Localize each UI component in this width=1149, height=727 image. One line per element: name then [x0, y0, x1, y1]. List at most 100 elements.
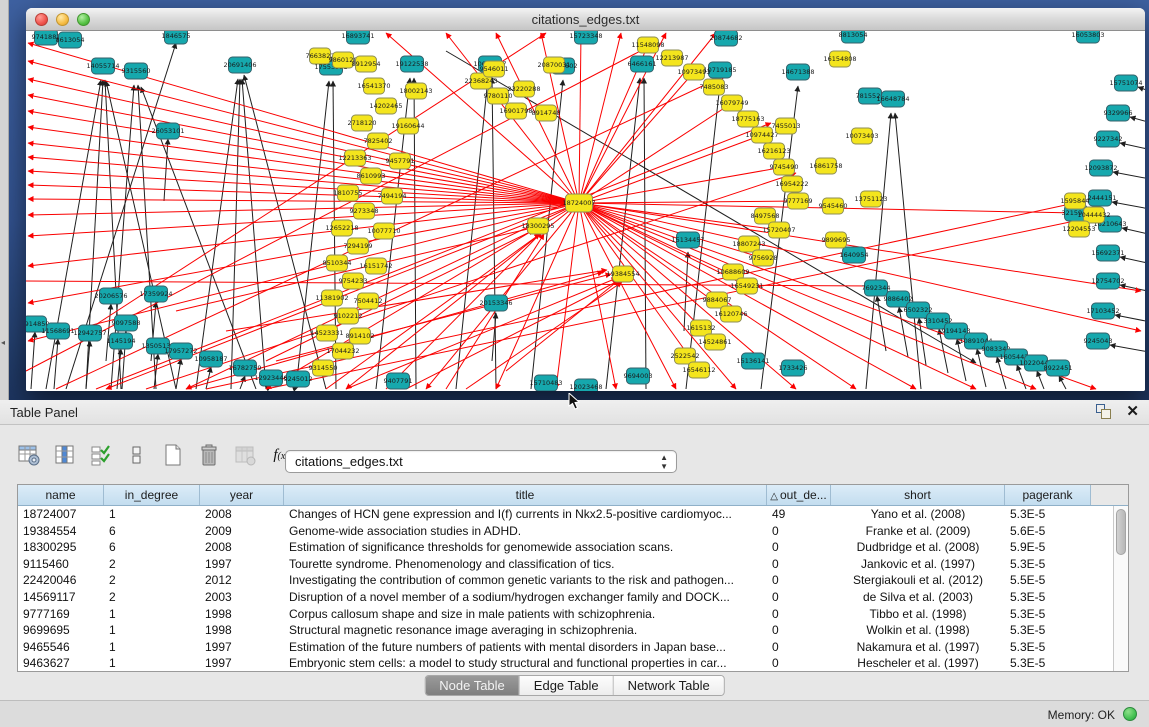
cell-title[interactable]: Investigating the contribution of common…	[284, 572, 767, 589]
graph-node[interactable]: 9329966	[1104, 105, 1133, 121]
graph-node[interactable]: 16861758	[809, 158, 842, 174]
cell-title[interactable]: Genome-wide association studies in ADHD.	[284, 523, 767, 540]
graph-node[interactable]: 1733426	[779, 360, 808, 376]
table-row[interactable]: 1872400712008Changes of HCN gene express…	[18, 506, 1128, 523]
cell-title[interactable]: Changes of HCN gene expression and I(f) …	[284, 506, 767, 523]
column-visibility-icon[interactable]	[52, 442, 78, 468]
graph-node[interactable]: 9745490	[770, 159, 799, 175]
graph-node[interactable]: 18724007	[562, 194, 595, 212]
graph-node[interactable]: 9273348	[350, 203, 379, 219]
tab-node-table[interactable]: Node Table	[425, 676, 520, 695]
graph-node[interactable]: 12942757	[73, 325, 106, 341]
graph-node[interactable]: 12213987	[655, 50, 688, 66]
cell-out_de[interactable]: 0	[767, 523, 831, 540]
cell-year[interactable]: 2009	[200, 523, 284, 540]
table-row[interactable]: 946554611997Estimation of the future num…	[18, 639, 1128, 656]
graph-node[interactable]: 8922451	[1044, 360, 1073, 376]
cell-in_degree[interactable]: 1	[104, 622, 200, 639]
cell-in_degree[interactable]: 2	[104, 572, 200, 589]
graph-node[interactable]: 15723348	[569, 31, 602, 44]
cell-pagerank[interactable]: 5.3E-5	[1005, 639, 1091, 656]
cell-in_degree[interactable]: 1	[104, 639, 200, 656]
graph-node[interactable]: 2718120	[348, 115, 377, 131]
column-header-in_degree[interactable]: in_degree	[104, 485, 200, 505]
graph-node[interactable]: 1846575	[162, 31, 191, 44]
graph-node[interactable]: 9407791	[384, 373, 413, 389]
graph-node[interactable]: 18775163	[731, 111, 764, 127]
graph-node[interactable]: 9102212	[334, 308, 363, 324]
import-table-icon-disabled[interactable]	[232, 442, 258, 468]
graph-node[interactable]: 1595844	[1061, 193, 1090, 209]
float-window-icon[interactable]	[1096, 404, 1112, 420]
graph-node[interactable]: 1810755	[334, 185, 363, 201]
cell-pagerank[interactable]: 5.3E-5	[1005, 556, 1091, 573]
graph-node[interactable]: 20691406	[223, 57, 256, 73]
cell-pagerank[interactable]: 5.6E-5	[1005, 523, 1091, 540]
cell-year[interactable]: 2008	[200, 539, 284, 556]
cell-title[interactable]: Disruption of a novel member of a sodium…	[284, 589, 767, 606]
graph-node[interactable]: 9245043	[1084, 333, 1113, 349]
graph-node[interactable]: 18002143	[399, 83, 432, 99]
table-row[interactable]: 911546021997Tourette syndrome. Phenomeno…	[18, 556, 1128, 573]
graph-node[interactable]: 8610993	[357, 168, 386, 184]
cell-name[interactable]: 18724007	[18, 506, 104, 523]
cell-in_degree[interactable]: 6	[104, 523, 200, 540]
cell-in_degree[interactable]: 1	[104, 606, 200, 623]
column-header-short[interactable]: short	[831, 485, 1005, 505]
table-row[interactable]: 1456911722003Disruption of a novel membe…	[18, 589, 1128, 606]
graph-node[interactable]: 11381902	[315, 290, 348, 306]
cell-name[interactable]: 14569117	[18, 589, 104, 606]
cell-short[interactable]: Yano et al. (2008)	[831, 506, 1005, 523]
cell-short[interactable]: Wolkin et al. (1998)	[831, 622, 1005, 639]
cell-out_de[interactable]: 0	[767, 556, 831, 573]
select-rows-icon[interactable]	[88, 442, 114, 468]
column-header-title[interactable]: title	[284, 485, 767, 505]
graph-node[interactable]: 6466161	[628, 56, 657, 72]
cell-pagerank[interactable]: 5.3E-5	[1005, 506, 1091, 523]
graph-node[interactable]: 16893741	[341, 31, 374, 44]
cell-out_de[interactable]: 0	[767, 589, 831, 606]
graph-node[interactable]: 16151742	[359, 258, 392, 274]
graph-node[interactable]: 16541370	[357, 78, 390, 94]
graph-node[interactable]: 12652218	[325, 220, 358, 236]
graph-node[interactable]: 7485083	[700, 79, 729, 95]
table-settings-icon[interactable]	[16, 442, 42, 468]
tab-network-table[interactable]: Network Table	[614, 676, 724, 695]
graph-node[interactable]: 16053803	[1071, 31, 1104, 43]
cell-name[interactable]: 9699695	[18, 622, 104, 639]
graph-node[interactable]: 17359924	[139, 286, 172, 302]
cell-out_de[interactable]: 0	[767, 639, 831, 656]
graph-node[interactable]: 8510344	[323, 255, 352, 271]
graph-node[interactable]: 9756928	[749, 250, 778, 266]
graph-node[interactable]: 14671388	[781, 64, 814, 80]
cell-in_degree[interactable]: 1	[104, 655, 200, 672]
cell-title[interactable]: Tourette syndrome. Phenomenology and cla…	[284, 556, 767, 573]
graph-node[interactable]: 19160644	[391, 118, 424, 134]
cell-year[interactable]: 1998	[200, 606, 284, 623]
cell-year[interactable]: 2003	[200, 589, 284, 606]
graph-node[interactable]: 14202465	[369, 98, 402, 114]
graph-node[interactable]: 7504412	[354, 293, 383, 309]
graph-node[interactable]: 16216123	[757, 143, 790, 159]
cell-name[interactable]: 9777169	[18, 606, 104, 623]
graph-node[interactable]: 14055714	[86, 58, 119, 74]
table-vertical-scrollbar[interactable]	[1113, 506, 1128, 671]
graph-node[interactable]: 7494194	[378, 188, 407, 204]
cell-pagerank[interactable]: 5.5E-5	[1005, 572, 1091, 589]
graph-node[interactable]: 9315560	[122, 63, 151, 79]
scrollbar-thumb[interactable]	[1116, 509, 1126, 555]
graph-node[interactable]: 20153346	[479, 295, 512, 311]
graph-node[interactable]: 9546011	[480, 61, 509, 77]
panel-collapse-arrow[interactable]: ◂	[1, 338, 5, 347]
cell-year[interactable]: 2012	[200, 572, 284, 589]
graph-node[interactable]: 9754233	[339, 273, 368, 289]
graph-node[interactable]: 9227342	[1094, 131, 1123, 147]
graph-node[interactable]: 9899695	[822, 232, 851, 248]
graph-node[interactable]: 17103452	[1086, 303, 1119, 319]
graph-node[interactable]: 17957272	[164, 343, 197, 359]
cell-short[interactable]: Dudbridge et al. (2008)	[831, 539, 1005, 556]
window-titlebar[interactable]: citations_edges.txt	[26, 8, 1145, 31]
graph-node[interactable]: 11548098	[631, 37, 664, 53]
table-row[interactable]: 969969511998Structural magnetic resonanc…	[18, 622, 1128, 639]
network-view-window[interactable]: citations_edges.txt 97418828613054184657…	[26, 8, 1145, 391]
